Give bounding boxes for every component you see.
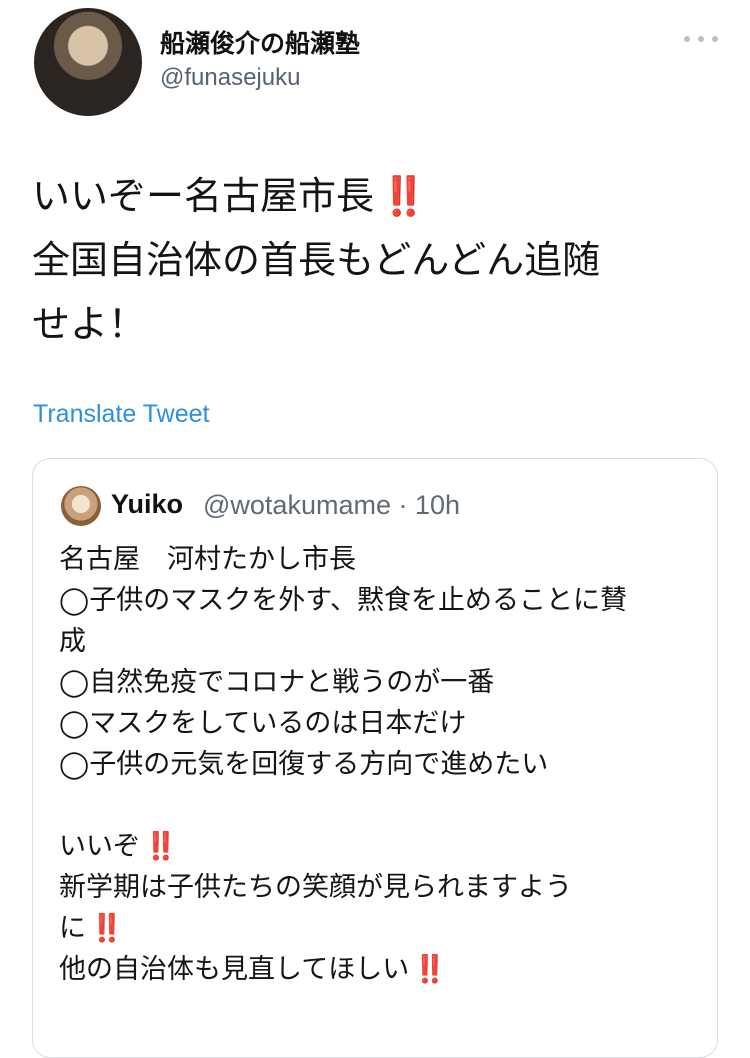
quoted-line: いいぞ ‼️ [59,831,178,862]
quoted-line: 成 [59,626,86,657]
quoted-tweet-card[interactable]: Yuiko @wotakumame · 10h 名古屋 河村たかし市長 ◯子供の… [32,458,718,1058]
translate-tweet-link[interactable]: Translate Tweet [33,400,209,429]
tweet-header: 船瀬俊介の船瀬塾 @funasejuku [0,0,750,130]
quoted-author-name[interactable]: Yuiko [111,489,183,520]
quoted-line: ◯子供の元気を回復する方向で進めたい [59,749,549,780]
quoted-line [59,785,699,826]
author-display-name[interactable]: 船瀬俊介の船瀬塾 [160,24,360,60]
tweet-text: いいぞー名古屋市長 ‼️ 全国自治体の首長もどんどん追随 せよ！ [32,164,722,356]
quoted-author-handle-time[interactable]: @wotakumame · 10h [203,490,460,521]
author-handle[interactable]: @funasejuku [160,64,300,92]
quoted-line: ◯子供のマスクを外す、黙食を止めることに賛 [59,585,628,616]
double-exclamation-icon: ‼️ [90,913,124,944]
double-exclamation-icon: ‼️ [380,174,427,218]
quoted-line: ◯マスクをしているのは日本だけ [59,708,467,739]
double-exclamation-icon: ‼️ [144,831,178,862]
quoted-author-avatar[interactable] [61,486,101,526]
double-exclamation-icon: ‼️ [413,954,447,985]
tweet-line: 全国自治体の首長もどんどん追随 [32,238,601,282]
tweet-line: いいぞー名古屋市長 ‼️ [32,174,427,218]
quoted-tweet-text: 名古屋 河村たかし市長 ◯子供のマスクを外す、黙食を止めることに賛 成 ◯自然免… [59,539,699,990]
author-avatar[interactable] [34,8,142,116]
quoted-line: 新学期は子供たちの笑顔が見られますよう [59,872,572,903]
more-horizontal-icon[interactable] [684,30,718,48]
tweet-line: せよ！ [32,302,147,346]
quoted-line: 他の自治体も見直してほしい ‼️ [59,954,447,985]
quoted-line: 名古屋 河村たかし市長 [59,544,356,575]
quoted-line: に ‼️ [59,913,124,944]
quoted-line: ◯自然免疫でコロナと戦うのが一番 [59,667,495,698]
